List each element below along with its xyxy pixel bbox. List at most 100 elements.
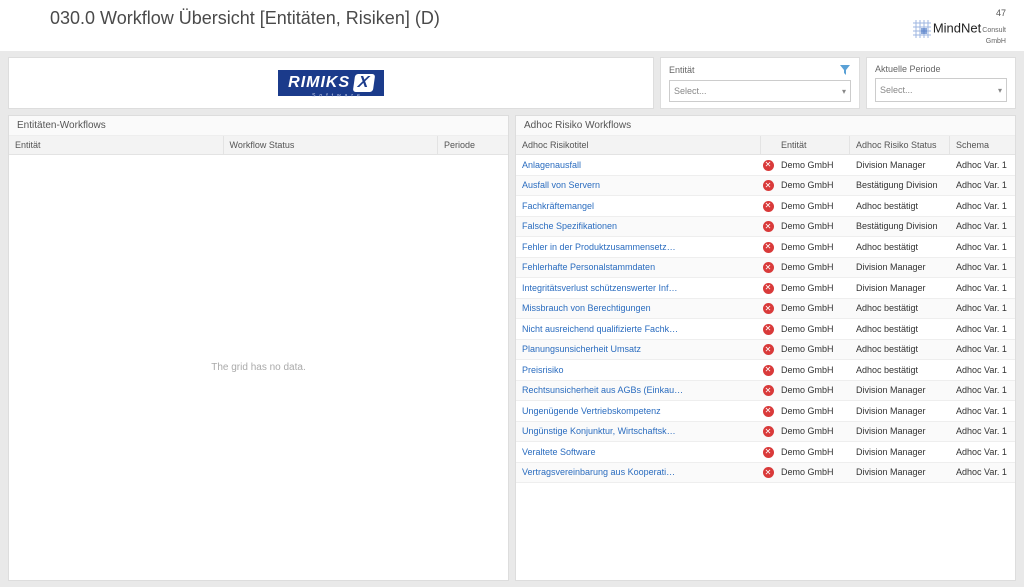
- app-shell: RIMIKSX Software Entität Select... ▾ Akt…: [0, 51, 1024, 587]
- close-icon: ✕: [763, 344, 774, 355]
- empty-message: The grid has no data.: [9, 155, 508, 580]
- risk-title-link[interactable]: Integritätsverlust schützenswerter Inf…: [516, 279, 761, 297]
- filter-periode-label: Aktuelle Periode: [875, 64, 1007, 74]
- col-periode[interactable]: Periode: [438, 136, 508, 154]
- close-icon: ✕: [763, 365, 774, 376]
- close-icon: ✕: [763, 201, 774, 212]
- delete-button[interactable]: ✕: [761, 176, 775, 196]
- filter-entitaet: Entität Select... ▾: [660, 57, 860, 109]
- delete-button[interactable]: ✕: [761, 299, 775, 319]
- cell-schema: Adhoc Var. 1: [950, 238, 1015, 256]
- cell-entitaet: Demo GmbH: [775, 279, 850, 297]
- delete-button[interactable]: ✕: [761, 401, 775, 421]
- close-icon: ✕: [763, 385, 774, 396]
- risk-title-link[interactable]: Fehlerhafte Personalstammdaten: [516, 258, 761, 276]
- chevron-down-icon: ▾: [998, 86, 1002, 95]
- cell-status: Division Manager: [850, 258, 950, 276]
- delete-button[interactable]: ✕: [761, 340, 775, 360]
- table-row: Ausfall von Servern✕Demo GmbHBestätigung…: [516, 176, 1015, 197]
- cell-schema: Adhoc Var. 1: [950, 217, 1015, 235]
- risk-title-link[interactable]: Fehler in der Produktzusammensetz…: [516, 238, 761, 256]
- col-entitaet[interactable]: Entität: [9, 136, 224, 154]
- brand-block: 47 MindNetConsult GmbH: [913, 8, 1006, 45]
- table-row: Ungünstige Konjunktur, Wirtschaftsk…✕Dem…: [516, 422, 1015, 443]
- risk-title-link[interactable]: Fachkräftemangel: [516, 197, 761, 215]
- filter-periode-select[interactable]: Select... ▾: [875, 78, 1007, 102]
- delete-button[interactable]: ✕: [761, 422, 775, 442]
- cell-schema: Adhoc Var. 1: [950, 443, 1015, 461]
- col-schema[interactable]: Schema: [950, 136, 1015, 154]
- cell-status: Adhoc bestätigt: [850, 340, 950, 358]
- filter-entitaet-select[interactable]: Select... ▾: [669, 80, 851, 102]
- delete-button[interactable]: ✕: [761, 463, 775, 483]
- delete-button[interactable]: ✕: [761, 196, 775, 216]
- filter-periode: Aktuelle Periode Select... ▾: [866, 57, 1016, 109]
- cell-status: Adhoc bestätigt: [850, 361, 950, 379]
- entitaeten-grid: Entitäten-Workflows Entität Workflow Sta…: [8, 115, 509, 581]
- close-icon: ✕: [763, 242, 774, 253]
- cell-entitaet: Demo GmbH: [775, 258, 850, 276]
- table-row: Anlagenausfall✕Demo GmbHDivision Manager…: [516, 155, 1015, 176]
- close-icon: ✕: [763, 262, 774, 273]
- table-row: Preisrisiko✕Demo GmbHAdhoc bestätigtAdho…: [516, 360, 1015, 381]
- cell-schema: Adhoc Var. 1: [950, 258, 1015, 276]
- close-icon: ✕: [763, 447, 774, 458]
- risk-title-link[interactable]: Ungünstige Konjunktur, Wirtschaftsk…: [516, 422, 761, 440]
- cell-entitaet: Demo GmbH: [775, 238, 850, 256]
- cell-status: Division Manager: [850, 422, 950, 440]
- delete-button[interactable]: ✕: [761, 237, 775, 257]
- col-adhoc-status[interactable]: Adhoc Risiko Status: [850, 136, 950, 154]
- cell-status: Division Manager: [850, 443, 950, 461]
- cell-schema: Adhoc Var. 1: [950, 320, 1015, 338]
- close-icon: ✕: [763, 406, 774, 417]
- delete-button[interactable]: ✕: [761, 155, 775, 175]
- table-row: Falsche Spezifikationen✕Demo GmbHBestäti…: [516, 217, 1015, 238]
- cell-entitaet: Demo GmbH: [775, 402, 850, 420]
- delete-button[interactable]: ✕: [761, 319, 775, 339]
- page-number: 47: [913, 8, 1006, 18]
- table-row: Vertragsvereinbarung aus Kooperati…✕Demo…: [516, 463, 1015, 484]
- cell-status: Bestätigung Division: [850, 176, 950, 194]
- risk-title-link[interactable]: Nicht ausreichend qualifizierte Fachk…: [516, 320, 761, 338]
- adhoc-grid-body[interactable]: Anlagenausfall✕Demo GmbHDivision Manager…: [516, 155, 1015, 580]
- risk-title-link[interactable]: Anlagenausfall: [516, 156, 761, 174]
- col-delete: [761, 136, 775, 154]
- risk-title-link[interactable]: Rechtsunsicherheit aus AGBs (Einkau…: [516, 381, 761, 399]
- table-row: Ungenügende Vertriebskompetenz✕Demo GmbH…: [516, 401, 1015, 422]
- col-adhoc-risikotitel[interactable]: Adhoc Risikotitel: [516, 136, 761, 154]
- risk-title-link[interactable]: Ausfall von Servern: [516, 176, 761, 194]
- risk-title-link[interactable]: Missbrauch von Berechtigungen: [516, 299, 761, 317]
- col-workflow-status[interactable]: Workflow Status: [224, 136, 439, 154]
- delete-button[interactable]: ✕: [761, 278, 775, 298]
- risk-title-link[interactable]: Planungsunsicherheit Umsatz: [516, 340, 761, 358]
- delete-button[interactable]: ✕: [761, 360, 775, 380]
- filter-entitaet-label: Entität: [669, 65, 695, 75]
- risk-title-link[interactable]: Veraltete Software: [516, 443, 761, 461]
- risk-title-link[interactable]: Preisrisiko: [516, 361, 761, 379]
- risk-title-link[interactable]: Vertragsvereinbarung aus Kooperati…: [516, 463, 761, 481]
- adhoc-grid-title: Adhoc Risiko Workflows: [516, 116, 1015, 136]
- table-row: Fehler in der Produktzusammensetz…✕Demo …: [516, 237, 1015, 258]
- delete-button[interactable]: ✕: [761, 381, 775, 401]
- filter-icon[interactable]: [839, 64, 851, 76]
- cell-status: Adhoc bestätigt: [850, 299, 950, 317]
- table-row: Planungsunsicherheit Umsatz✕Demo GmbHAdh…: [516, 340, 1015, 361]
- cell-schema: Adhoc Var. 1: [950, 422, 1015, 440]
- cell-schema: Adhoc Var. 1: [950, 299, 1015, 317]
- delete-button[interactable]: ✕: [761, 217, 775, 237]
- risk-title-link[interactable]: Ungenügende Vertriebskompetenz: [516, 402, 761, 420]
- cell-status: Division Manager: [850, 279, 950, 297]
- entitaeten-grid-title: Entitäten-Workflows: [9, 116, 508, 136]
- cell-entitaet: Demo GmbH: [775, 156, 850, 174]
- chevron-down-icon: ▾: [842, 87, 846, 96]
- cell-schema: Adhoc Var. 1: [950, 279, 1015, 297]
- table-row: Fehlerhafte Personalstammdaten✕Demo GmbH…: [516, 258, 1015, 279]
- cell-entitaet: Demo GmbH: [775, 361, 850, 379]
- col-entitaet[interactable]: Entität: [775, 136, 850, 154]
- cell-entitaet: Demo GmbH: [775, 340, 850, 358]
- cell-status: Division Manager: [850, 381, 950, 399]
- delete-button[interactable]: ✕: [761, 258, 775, 278]
- risk-title-link[interactable]: Falsche Spezifikationen: [516, 217, 761, 235]
- cell-entitaet: Demo GmbH: [775, 299, 850, 317]
- delete-button[interactable]: ✕: [761, 442, 775, 462]
